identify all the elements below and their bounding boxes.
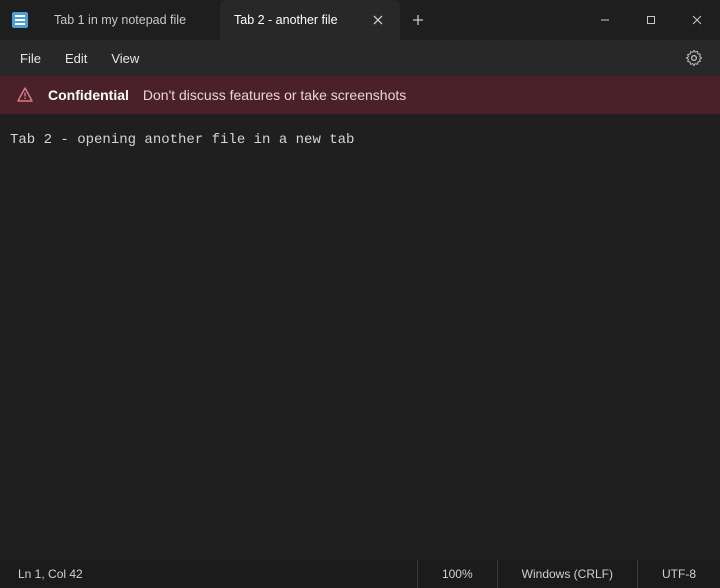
status-position[interactable]: Ln 1, Col 42 — [0, 560, 417, 588]
close-window-button[interactable] — [674, 0, 720, 40]
menu-view[interactable]: View — [99, 45, 151, 72]
tab-strip: Tab 1 in my notepad file Tab 2 - another… — [40, 0, 400, 40]
notepad-icon — [12, 12, 28, 28]
titlebar-drag-region[interactable] — [436, 0, 582, 40]
status-zoom[interactable]: 100% — [417, 560, 497, 588]
text-editor[interactable]: Tab 2 - opening another file in a new ta… — [0, 114, 720, 560]
menubar: File Edit View — [0, 40, 720, 76]
status-line-ending[interactable]: Windows (CRLF) — [497, 560, 637, 588]
banner-text: Don't discuss features or take screensho… — [143, 87, 406, 103]
close-icon — [692, 15, 702, 25]
status-encoding[interactable]: UTF-8 — [637, 560, 720, 588]
confidential-banner: Confidential Don't discuss features or t… — [0, 76, 720, 114]
menu-edit[interactable]: Edit — [53, 45, 99, 72]
tab-1[interactable]: Tab 1 in my notepad file — [40, 0, 220, 40]
tab-title: Tab 1 in my notepad file — [54, 13, 206, 27]
plus-icon — [412, 14, 424, 26]
menu-file[interactable]: File — [8, 45, 53, 72]
statusbar: Ln 1, Col 42 100% Windows (CRLF) UTF-8 — [0, 560, 720, 588]
gear-icon — [686, 50, 702, 66]
new-tab-button[interactable] — [400, 0, 436, 40]
titlebar: Tab 1 in my notepad file Tab 2 - another… — [0, 0, 720, 40]
close-icon — [373, 15, 383, 25]
maximize-button[interactable] — [628, 0, 674, 40]
tab-2[interactable]: Tab 2 - another file — [220, 0, 400, 40]
close-tab-button[interactable] — [370, 12, 386, 28]
minimize-icon — [600, 15, 610, 25]
settings-button[interactable] — [678, 42, 710, 74]
maximize-icon — [646, 15, 656, 25]
warning-icon — [16, 86, 34, 104]
banner-title: Confidential — [48, 87, 129, 103]
minimize-button[interactable] — [582, 0, 628, 40]
tab-title: Tab 2 - another file — [234, 13, 360, 27]
app-icon — [0, 0, 40, 40]
window-controls — [582, 0, 720, 40]
